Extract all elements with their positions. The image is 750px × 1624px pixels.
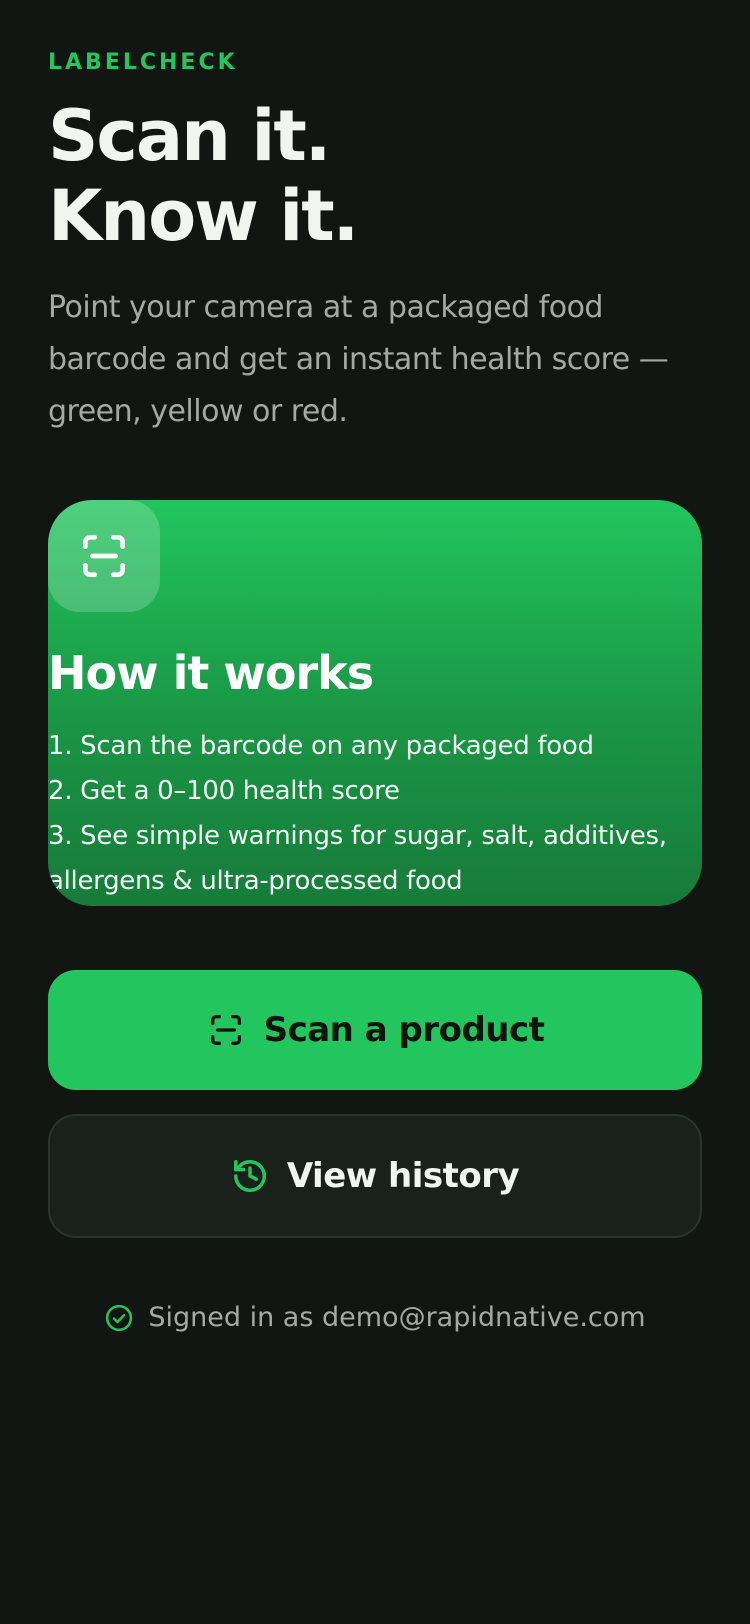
step-item: 1. Scan the barcode on any packaged food xyxy=(48,731,594,761)
headline-line-2: Know it. xyxy=(48,175,359,257)
steps-list: 1. Scan the barcode on any packaged food… xyxy=(48,724,688,904)
scan-product-label: Scan a product xyxy=(263,1010,545,1050)
scan-icon xyxy=(206,1010,246,1050)
view-history-button[interactable]: View history xyxy=(48,1114,702,1238)
check-circle-icon xyxy=(104,1303,134,1333)
signed-in-status: Signed in as demo@rapidnative.com xyxy=(48,1302,702,1333)
signed-in-text: Signed in as demo@rapidnative.com xyxy=(148,1302,646,1333)
how-it-works-card: How it works 1. Scan the barcode on any … xyxy=(48,500,702,906)
step-item: 3. See simple warnings for sugar, salt, … xyxy=(48,821,667,896)
headline-line-1: Scan it. xyxy=(48,95,331,177)
page-title: Scan it. Know it. xyxy=(48,95,359,257)
page-subtitle: Point your camera at a packaged food bar… xyxy=(48,290,669,429)
view-history-label: View history xyxy=(286,1156,520,1196)
scan-product-button[interactable]: Scan a product xyxy=(48,970,702,1090)
step-item: 2. Get a 0–100 health score xyxy=(48,776,400,806)
scan-icon xyxy=(48,500,160,612)
brand-label: LABELCHECK xyxy=(48,50,238,75)
how-it-works-title: How it works xyxy=(48,646,374,700)
history-icon xyxy=(231,1157,269,1195)
